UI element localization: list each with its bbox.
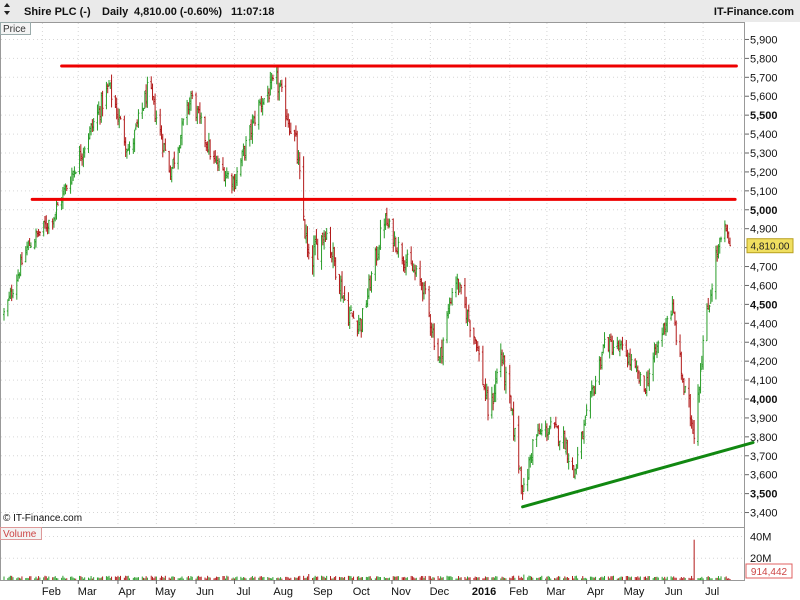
time-tick-label: May xyxy=(624,586,645,598)
header-quote: 4,810.00 (-0.60%) xyxy=(134,6,222,18)
price-tick-label: 5,300 xyxy=(750,148,778,160)
volume-label: Volume xyxy=(3,529,37,540)
price-tick-label: 4,600 xyxy=(750,280,778,292)
price-tick-label: 5,100 xyxy=(750,186,778,198)
time-tick-label: 2016 xyxy=(472,586,496,598)
last-volume-tag-text: 914,442 xyxy=(751,567,788,578)
price-tick-label: 4,000 xyxy=(750,394,778,406)
time-tick-label: Apr xyxy=(587,586,604,598)
time-tick-label: Nov xyxy=(391,586,411,598)
volume-panel xyxy=(0,527,745,581)
time-tick-label: Feb xyxy=(42,586,61,598)
price-tick-label: 3,700 xyxy=(750,451,778,463)
price-tick-label: 4,500 xyxy=(750,299,778,311)
price-tick-label: 4,300 xyxy=(750,337,778,349)
watermark: © IT-Finance.com xyxy=(3,513,82,524)
time-tick-label: Jun xyxy=(665,586,683,598)
price-tick-label: 4,400 xyxy=(750,318,778,330)
time-tick-label: Oct xyxy=(353,586,370,598)
price-tick-label: 4,700 xyxy=(750,262,778,274)
price-tick-label: 5,500 xyxy=(750,110,778,122)
header-period: Daily xyxy=(102,6,129,18)
price-tick-label: 5,200 xyxy=(750,167,778,179)
price-y-axis: 3,4003,5003,6003,7003,8003,9004,0004,100… xyxy=(745,34,778,520)
x-axis: Feb Mar Apr May Jun Jul Aug Sep Oct Nov Dec 2016 Feb… xyxy=(41,580,719,598)
time-tick-label: May xyxy=(155,586,176,598)
time-tick-label: Mar xyxy=(546,586,565,598)
time-tick-label: Jul xyxy=(705,586,719,598)
time-tick-label: Feb xyxy=(509,586,528,598)
price-tick-label: 5,700 xyxy=(750,72,778,84)
price-tick-label: 5,600 xyxy=(750,91,778,103)
price-tick-label: 3,600 xyxy=(750,470,778,482)
volume-tick-label: 20M xyxy=(750,553,771,565)
price-panel xyxy=(0,22,745,528)
price-tick-label: 5,400 xyxy=(750,129,778,141)
price-tick-label: 4,100 xyxy=(750,375,778,387)
price-tick-label: 5,900 xyxy=(750,34,778,46)
price-label: Price xyxy=(3,24,26,35)
header-brand: IT-Finance.com xyxy=(714,6,794,18)
price-tick-label: 5,000 xyxy=(750,205,778,217)
time-tick-label: Aug xyxy=(273,586,293,598)
time-tick-label: Mar xyxy=(78,586,97,598)
last-price-tag-text: 4,810.00 xyxy=(751,242,790,253)
header-symbol: Shire PLC (-) xyxy=(24,6,91,18)
price-tick-label: 3,500 xyxy=(750,489,778,501)
price-tick-label: 4,200 xyxy=(750,356,778,368)
time-tick-label: Dec xyxy=(430,586,450,598)
time-tick-label: Sep xyxy=(313,586,333,598)
time-tick-label: Jun xyxy=(196,586,214,598)
volume-tick-label: 40M xyxy=(750,531,771,543)
price-tick-label: 3,400 xyxy=(750,508,778,520)
price-tick-label: 5,800 xyxy=(750,53,778,65)
header-time: 11:07:18 xyxy=(231,6,274,18)
stock-chart: Shire PLC (-) Daily 4,810.00 (-0.60%) 11… xyxy=(0,0,800,598)
time-tick-label: Apr xyxy=(118,586,135,598)
price-tick-label: 3,900 xyxy=(750,413,778,425)
time-tick-label: Jul xyxy=(236,586,250,598)
price-tick-label: 4,900 xyxy=(750,224,778,236)
